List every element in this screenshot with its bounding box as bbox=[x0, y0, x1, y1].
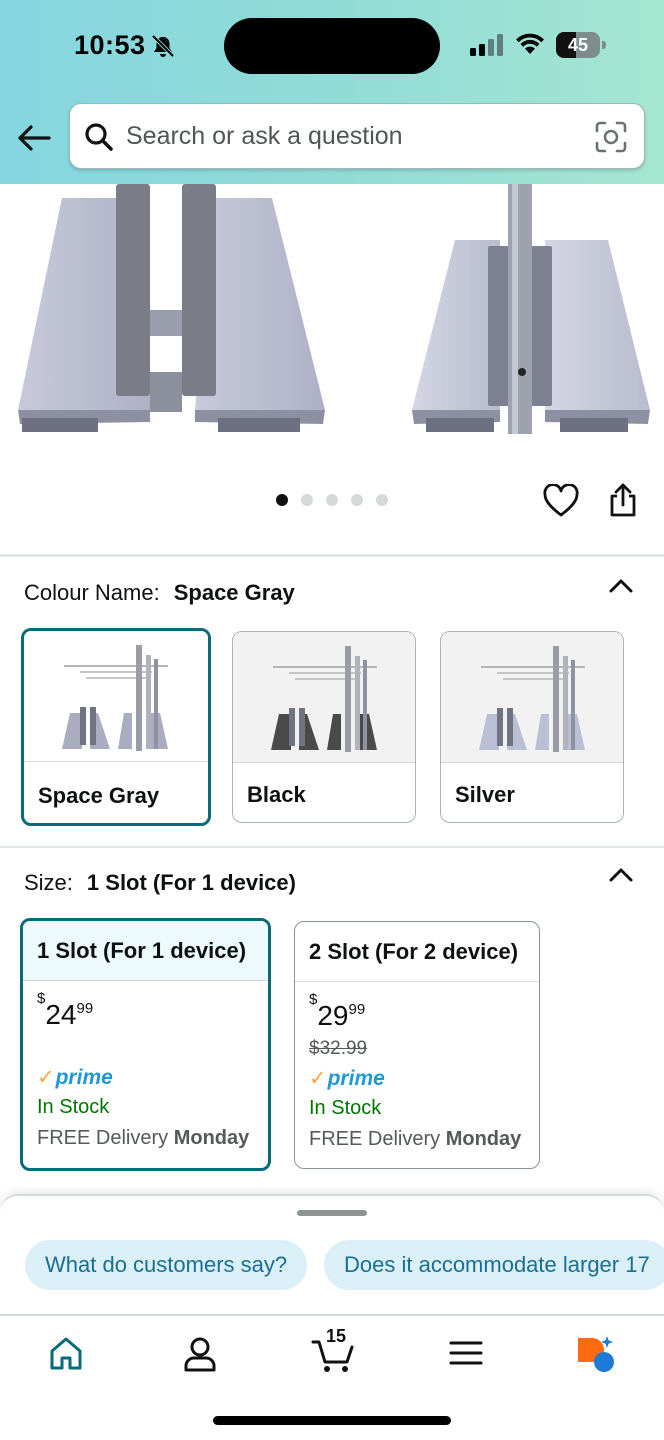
search-input[interactable] bbox=[126, 112, 566, 160]
size-selected-value: 1 Slot (For 1 device) bbox=[86, 870, 296, 895]
colour-label: Colour Name: bbox=[24, 580, 160, 605]
colour-section-label: Colour Name: Space Gray bbox=[24, 580, 295, 606]
home-indicator bbox=[213, 1416, 451, 1425]
carousel-dot[interactable] bbox=[326, 494, 338, 506]
size-option-label: 2 Slot (For 2 device) bbox=[295, 922, 539, 982]
cellular-signal-icon bbox=[470, 34, 503, 56]
carousel-dot[interactable] bbox=[351, 494, 363, 506]
chevron-up-icon[interactable] bbox=[608, 578, 634, 594]
size-option-card[interactable]: 2 Slot (For 2 device) $2999 $32.99 ✓prime In… bbox=[294, 921, 540, 1169]
prime-badge: ✓prime bbox=[37, 1066, 113, 1089]
product-image bbox=[18, 184, 650, 434]
carousel-dot[interactable] bbox=[276, 494, 288, 506]
wifi-icon bbox=[516, 33, 544, 54]
cart-count-badge: 15 bbox=[326, 1326, 347, 1346]
carousel-dots bbox=[276, 494, 388, 508]
size-label: Size: bbox=[24, 870, 73, 895]
colour-option-label: Space Gray bbox=[38, 783, 160, 808]
colour-thumbnail bbox=[24, 631, 208, 762]
size-section-label: Size: 1 Slot (For 1 device) bbox=[24, 870, 296, 896]
colour-option-silver[interactable]: Silver bbox=[440, 631, 624, 823]
account-icon[interactable] bbox=[180, 1334, 220, 1374]
carousel-dot[interactable] bbox=[301, 494, 313, 506]
rufus-assistant-icon[interactable] bbox=[574, 1334, 616, 1374]
dynamic-island bbox=[224, 18, 440, 74]
back-arrow-icon[interactable] bbox=[16, 120, 52, 156]
colour-selected-value: Space Gray bbox=[173, 580, 295, 605]
size-option-card[interactable]: 1 Slot (For 1 device) $2499 ✓prime In Stock… bbox=[20, 918, 271, 1171]
bell-muted-icon bbox=[151, 34, 175, 58]
colour-option-black[interactable]: Black bbox=[232, 631, 416, 823]
carousel-dot[interactable] bbox=[376, 494, 388, 506]
battery-level: 45 bbox=[567, 35, 589, 55]
battery-indicator: 45 bbox=[556, 32, 606, 58]
colour-option-label: Silver bbox=[455, 782, 515, 807]
prime-badge: ✓prime bbox=[309, 1067, 385, 1090]
stock-status: In Stock bbox=[37, 1096, 110, 1118]
was-price: $32.99 bbox=[309, 1038, 368, 1059]
sheet-drag-handle[interactable] bbox=[297, 1210, 367, 1216]
delivery-info: FREE Delivery Monday bbox=[309, 1128, 522, 1150]
colour-option-space-gray[interactable]: Space Gray bbox=[21, 628, 211, 826]
colour-option-label: Black bbox=[247, 782, 306, 807]
camera-lens-icon[interactable] bbox=[594, 120, 628, 154]
suggestion-sheet: What do customers say? Does it accommoda… bbox=[0, 1194, 664, 1314]
home-icon[interactable] bbox=[46, 1334, 86, 1374]
colour-thumbnail bbox=[441, 632, 623, 763]
suggestion-chip[interactable]: Does it accommodate larger 17 bbox=[324, 1240, 664, 1290]
share-icon[interactable] bbox=[607, 482, 639, 518]
price: $2499 bbox=[37, 989, 94, 1030]
menu-icon[interactable] bbox=[446, 1334, 486, 1374]
product-image-carousel[interactable] bbox=[0, 184, 664, 474]
section-divider bbox=[0, 554, 664, 557]
search-icon bbox=[85, 123, 113, 151]
search-bar[interactable] bbox=[69, 103, 645, 169]
chevron-up-icon[interactable] bbox=[608, 867, 634, 883]
stock-status: In Stock bbox=[309, 1097, 382, 1119]
price: $2999 bbox=[309, 990, 366, 1031]
delivery-info: FREE Delivery Monday bbox=[37, 1127, 250, 1149]
heart-icon[interactable] bbox=[543, 484, 579, 518]
colour-thumbnail bbox=[233, 632, 415, 763]
size-option-label: 1 Slot (For 1 device) bbox=[23, 921, 268, 981]
status-time: 10:53 bbox=[74, 30, 146, 60]
section-divider bbox=[0, 846, 664, 848]
suggestion-chip[interactable]: What do customers say? bbox=[25, 1240, 308, 1290]
